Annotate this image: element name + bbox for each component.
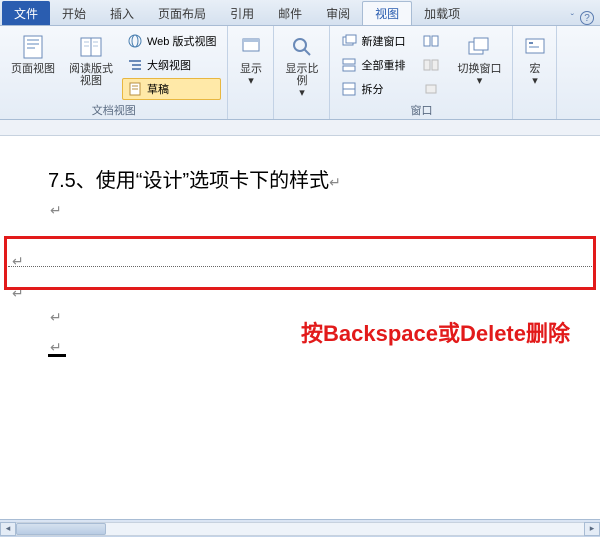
help-icon[interactable]: ?: [580, 11, 594, 25]
scroll-thumb[interactable]: [16, 523, 106, 535]
chevron-up-icon[interactable]: ˇ: [571, 13, 574, 24]
web-view-button[interactable]: Web 版式视图: [122, 30, 221, 52]
show-icon: [237, 33, 265, 61]
draft-icon: [127, 81, 143, 97]
group-show: 显示 ▾: [228, 26, 274, 119]
group-views-label: 文档视图: [6, 100, 221, 118]
status-bar: ◂ ▸: [0, 519, 600, 537]
sync-scroll-icon: [423, 57, 439, 73]
group-zoom: 显示比例 ▾: [274, 26, 330, 119]
macros-icon: [521, 33, 549, 61]
split-button[interactable]: 拆分: [336, 78, 410, 100]
arrange-all-button[interactable]: 全部重排: [336, 54, 410, 76]
draft-button[interactable]: 草稿: [122, 78, 221, 100]
annotation-text: 按Backspace或Delete删除: [301, 316, 570, 348]
group-document-views: 页面视图 阅读版式 视图 Web 版式视图 大纲视图: [0, 26, 228, 119]
zoom-button[interactable]: 显示比例 ▾: [280, 30, 323, 102]
reset-pos-icon: [423, 81, 439, 97]
tab-review[interactable]: 审阅: [314, 1, 362, 25]
group-window-label: 窗口: [336, 100, 506, 118]
page-view-icon: [19, 33, 47, 61]
group-window: 新建窗口 全部重排 拆分 切换窗口 ▾: [330, 26, 513, 119]
tab-file[interactable]: 文件: [2, 1, 50, 25]
chevron-down-icon: ▾: [477, 75, 483, 87]
new-window-button[interactable]: 新建窗口: [336, 30, 410, 52]
switch-window-icon: [465, 33, 493, 61]
reading-view-button[interactable]: 阅读版式 视图: [64, 30, 118, 90]
sync-scroll-button[interactable]: [418, 54, 444, 76]
document-area[interactable]: 7.5、使用“设计”选项卡下的样式↵ ↵ ↵ ↵ ↵ ↵ 按Backspace或…: [0, 136, 600, 516]
group-macros: 宏 ▾: [513, 26, 557, 119]
tab-addins[interactable]: 加载项: [412, 1, 472, 25]
arrange-all-icon: [341, 57, 357, 73]
outline-icon: [127, 57, 143, 73]
reading-view-icon: [77, 33, 105, 61]
document-content: 7.5、使用“设计”选项卡下的样式↵ ↵: [0, 136, 600, 230]
chevron-down-icon: ▾: [248, 75, 254, 87]
macros-button[interactable]: 宏 ▾: [516, 30, 554, 90]
tab-home[interactable]: 开始: [50, 1, 98, 25]
annotation-box: [4, 236, 596, 290]
reset-pos-button[interactable]: [418, 78, 444, 100]
switch-window-button[interactable]: 切换窗口 ▾: [452, 30, 506, 90]
ruler: [0, 120, 600, 136]
tab-references[interactable]: 引用: [218, 1, 266, 25]
doc-heading: 7.5、使用“设计”选项卡下的样式↵: [48, 164, 590, 193]
compare-side-button[interactable]: [418, 30, 444, 52]
text-cursor: [48, 354, 66, 357]
chevron-down-icon: ▾: [299, 87, 305, 99]
ribbon: 页面视图 阅读版式 视图 Web 版式视图 大纲视图: [0, 26, 600, 120]
split-icon: [341, 81, 357, 97]
show-button[interactable]: 显示 ▾: [232, 30, 270, 90]
tabbar-right: ˇ ?: [571, 11, 600, 25]
tab-insert[interactable]: 插入: [98, 1, 146, 25]
paragraph-mark: ↵: [50, 310, 62, 327]
paragraph-mark: ↵: [50, 203, 590, 220]
tab-view[interactable]: 视图: [362, 1, 412, 25]
side-by-side-icon: [423, 33, 439, 49]
scroll-right-button[interactable]: ▸: [584, 522, 600, 536]
scroll-left-button[interactable]: ◂: [0, 522, 16, 536]
zoom-icon: [288, 33, 316, 61]
tab-bar: 文件 开始 插入 页面布局 引用 邮件 审阅 视图 加载项 ˇ ?: [0, 0, 600, 26]
web-view-icon: [127, 33, 143, 49]
chevron-down-icon: ▾: [532, 75, 538, 87]
scroll-track[interactable]: [16, 522, 584, 536]
tab-mail[interactable]: 邮件: [266, 1, 314, 25]
new-window-icon: [341, 33, 357, 49]
tab-layout[interactable]: 页面布局: [146, 1, 218, 25]
outline-button[interactable]: 大纲视图: [122, 54, 221, 76]
page-view-button[interactable]: 页面视图: [6, 30, 60, 78]
